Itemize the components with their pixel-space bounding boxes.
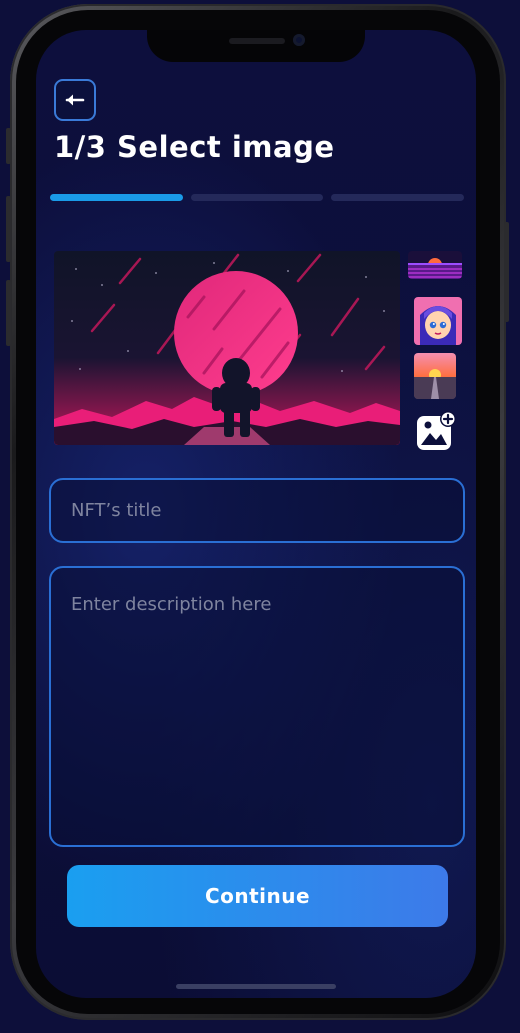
phone-volume-down-button [6, 280, 11, 346]
selected-image-preview[interactable] [54, 251, 400, 445]
add-image-button[interactable] [416, 411, 456, 451]
astronaut-planet-artwork [54, 251, 400, 445]
phone-power-button [504, 222, 509, 322]
thumbnail-anime-avatar[interactable] [414, 297, 462, 345]
front-camera [293, 34, 305, 46]
arrow-left-icon [65, 94, 85, 106]
phone-mute-switch [6, 128, 11, 164]
continue-button[interactable]: Continue [67, 865, 448, 927]
description-input[interactable] [49, 566, 465, 847]
nft-title-input[interactable] [49, 478, 465, 543]
thumbnail-synthwave-sunset[interactable] [408, 251, 462, 279]
add-image-icon [417, 411, 456, 450]
home-indicator [176, 984, 336, 989]
synthwave-sunset-image [408, 251, 462, 279]
app-screen: 1/3 Select image NFT’s title Enter descr… [36, 30, 476, 998]
thumbnail-road-sunset[interactable] [414, 353, 456, 399]
phone-volume-up-button [6, 196, 11, 262]
road-sunset-image [414, 353, 456, 399]
back-button[interactable] [54, 79, 96, 121]
speaker-grille [229, 38, 285, 44]
notch [147, 30, 365, 62]
progress-step-2 [190, 194, 324, 201]
page-title: 1/3 Select image [54, 130, 335, 164]
step-progress [50, 194, 465, 201]
anime-avatar-image [414, 297, 462, 345]
progress-step-1 [50, 194, 183, 201]
progress-step-3 [331, 194, 465, 201]
